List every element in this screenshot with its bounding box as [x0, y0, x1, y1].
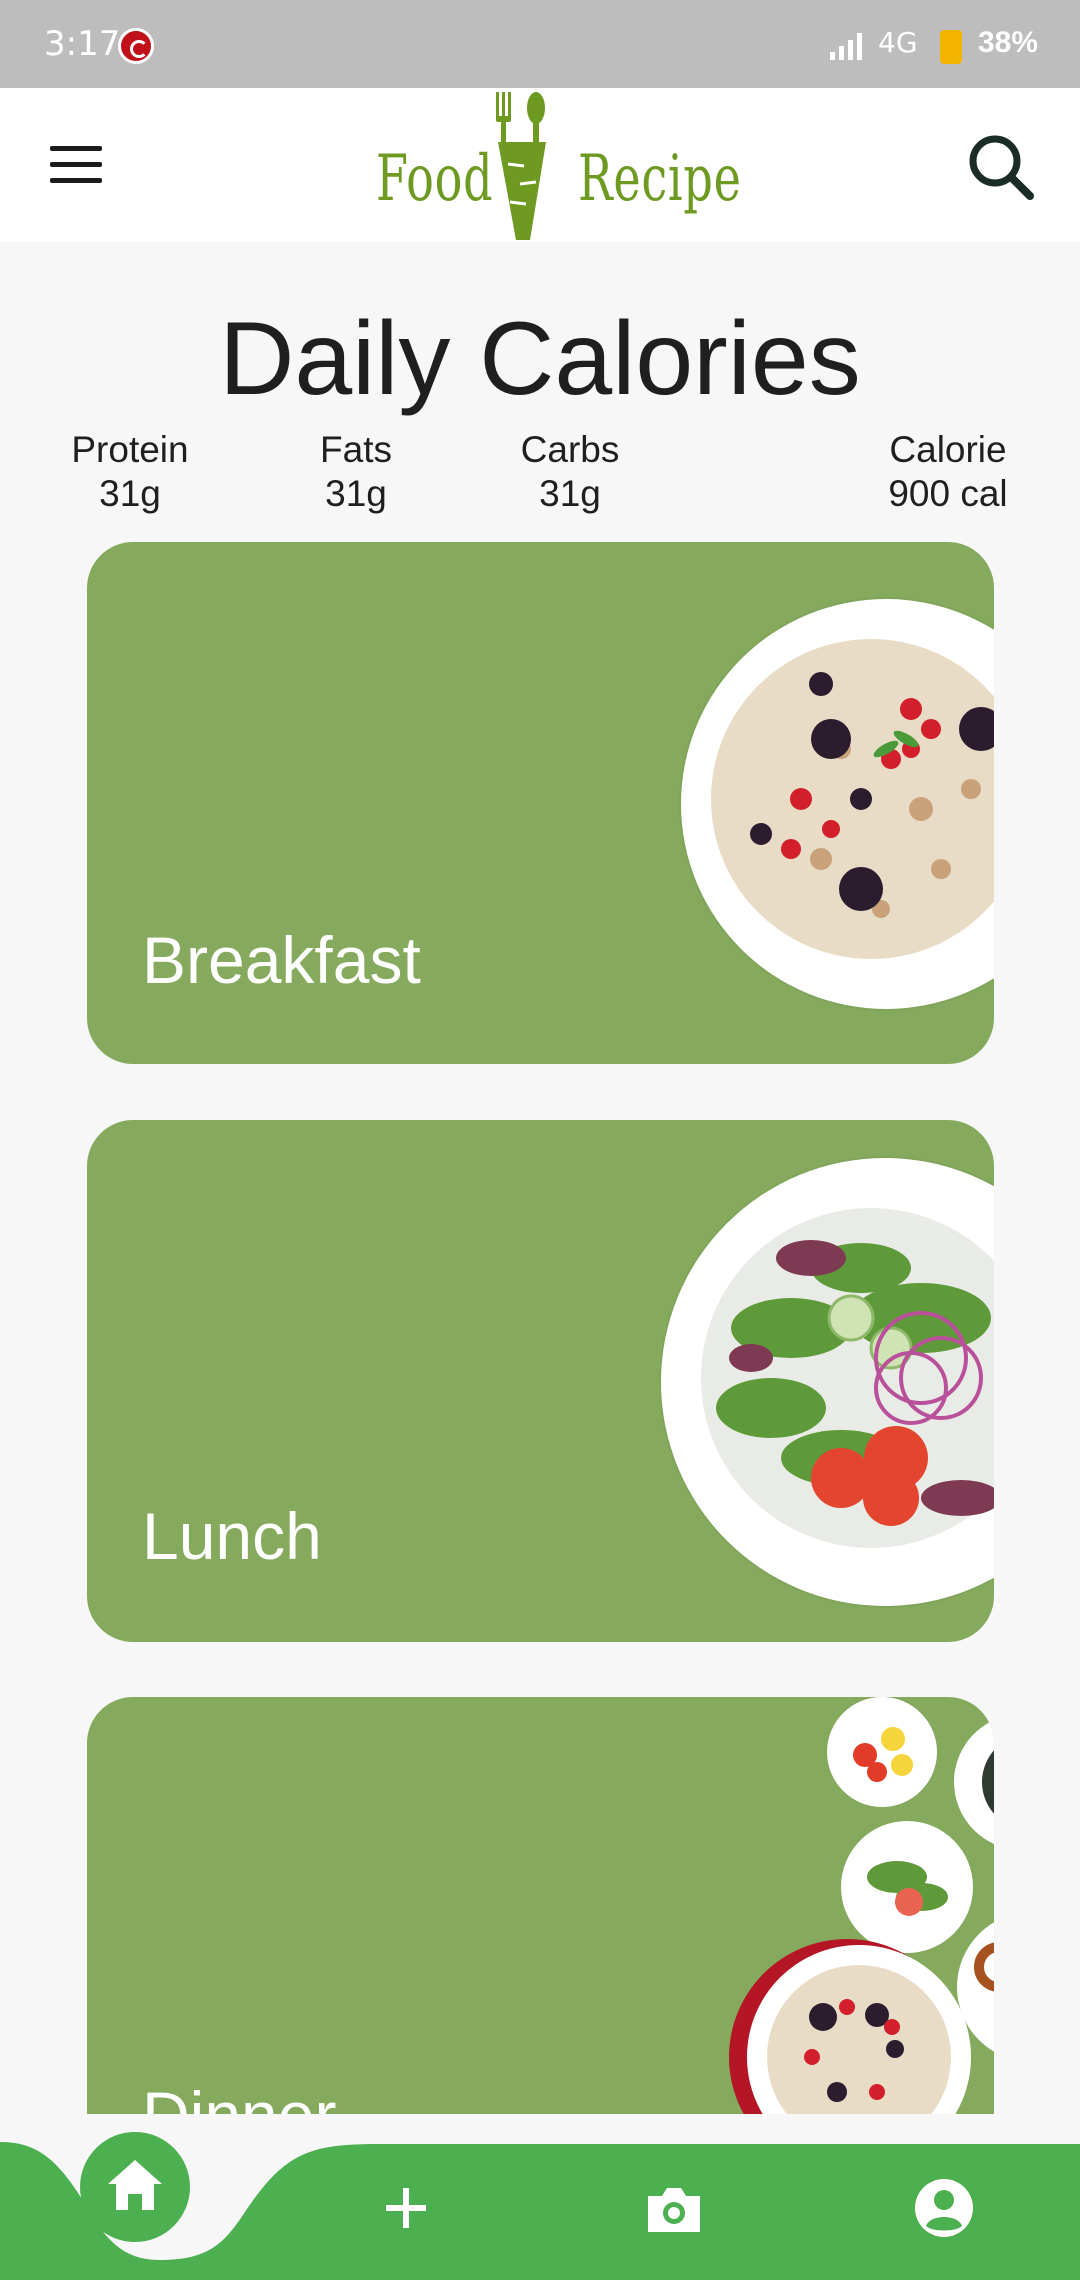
- network-type: 4G: [878, 26, 918, 59]
- salad-icon: [701, 1208, 994, 1548]
- signal-icon: [830, 33, 862, 60]
- meal-label: Breakfast: [142, 923, 421, 997]
- battery-percent: 38%: [978, 26, 1039, 59]
- macro-label: Carbs: [520, 429, 620, 470]
- daily-calories-title: Daily Calories: [219, 301, 861, 417]
- macro-calorie: Calorie 900 cal: [868, 428, 1028, 516]
- meal-card-dinner[interactable]: Dinner: [87, 1697, 994, 2114]
- logo-text-recipe: Recipe: [578, 142, 742, 216]
- nav-add[interactable]: [374, 2176, 438, 2240]
- macro-label: Calorie: [889, 429, 1007, 470]
- nav-camera[interactable]: [642, 2178, 706, 2242]
- macro-carbs: Carbs 31g: [500, 428, 640, 516]
- logo-text-food: Food: [376, 142, 494, 216]
- menu-icon[interactable]: [50, 146, 102, 186]
- status-time: 3:17: [44, 24, 121, 64]
- nav-home[interactable]: [80, 2132, 190, 2242]
- oatmeal-berries-icon: [711, 639, 994, 959]
- dinner-plates-image: [729, 1697, 994, 2114]
- breakfast-plate-image: [681, 599, 994, 1009]
- add-icon: [386, 2188, 426, 2228]
- top-app-bar: Food Recipe: [0, 88, 1080, 242]
- macro-label: Protein: [71, 429, 189, 470]
- macro-label: Fats: [320, 429, 392, 470]
- home-icon: [108, 2160, 162, 2210]
- meal-label: Dinner: [142, 2077, 336, 2114]
- search-icon[interactable]: [966, 132, 1036, 202]
- macro-value: 900 cal: [888, 473, 1008, 514]
- macro-value: 31g: [539, 473, 601, 514]
- account-icon: [915, 2179, 973, 2237]
- meal-label: Lunch: [142, 1499, 322, 1573]
- battery-icon: [940, 30, 962, 64]
- camera-icon: [648, 2188, 700, 2232]
- notification-app-icon: [118, 28, 154, 64]
- status-bar: 3:17 4G 38%: [0, 0, 1080, 88]
- meal-card-breakfast[interactable]: Breakfast: [87, 542, 994, 1064]
- lunch-plate-image: [661, 1158, 994, 1606]
- carrot-utensils-icon: [496, 92, 546, 240]
- meal-card-lunch[interactable]: Lunch: [87, 1120, 994, 1642]
- nav-account[interactable]: [912, 2176, 976, 2240]
- macro-protein: Protein 31g: [52, 428, 208, 516]
- macro-fats: Fats 31g: [296, 428, 416, 516]
- macro-value: 31g: [325, 473, 387, 514]
- app-logo: Food Recipe: [370, 92, 741, 242]
- macro-value: 31g: [99, 473, 161, 514]
